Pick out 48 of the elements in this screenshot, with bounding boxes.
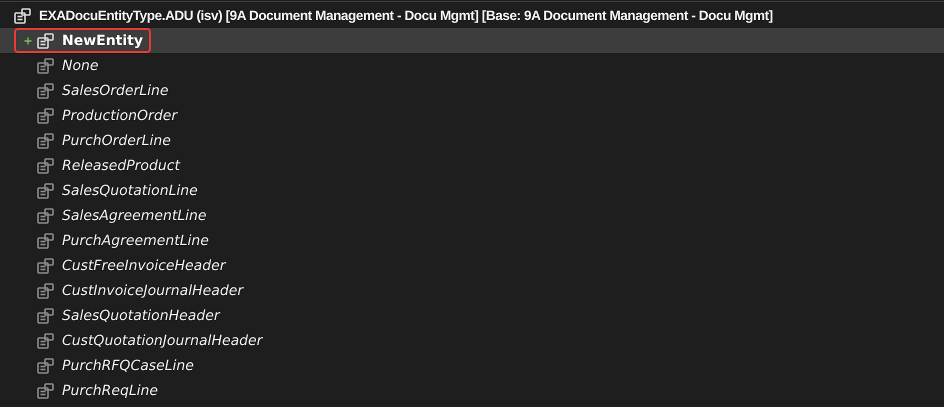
entity-icon — [37, 332, 55, 348]
tree-item[interactable]: CustFreeInvoiceHeader — [0, 253, 944, 278]
entity-icon — [37, 308, 55, 324]
entity-icon — [14, 8, 32, 24]
tree-item-label: SalesOrderLine — [62, 82, 168, 98]
tree-item[interactable]: SalesAgreementLine — [0, 203, 944, 228]
tree-item[interactable]: ReleasedProduct — [0, 153, 944, 178]
tree-item[interactable]: SalesOrderLine — [0, 78, 944, 103]
tree-item[interactable]: NewEntity — [0, 28, 944, 53]
entity-icon — [37, 282, 55, 298]
tree-item[interactable]: ProductionOrder — [0, 103, 944, 128]
tree-item[interactable]: CustInvoiceJournalHeader — [0, 278, 944, 303]
tree-item[interactable]: None — [0, 53, 944, 78]
entity-icon — [37, 58, 55, 74]
tree-item-label: CustQuotationJournalHeader — [62, 332, 262, 348]
entity-icon — [37, 108, 55, 124]
tree-item[interactable]: SalesQuotationHeader — [0, 303, 944, 328]
entity-icon — [37, 182, 55, 198]
entity-icon — [37, 258, 55, 274]
tree-item-label: CustInvoiceJournalHeader — [62, 282, 244, 298]
tree-root-label[interactable]: EXADocuEntityType.ADU (isv) [9A Document Management - Docu Mgmt] [Base: 9A Document Management - Docu Mgmt] — [39, 8, 773, 23]
entity-icon — [37, 32, 55, 48]
entity-icon — [37, 382, 55, 398]
tree-item[interactable]: PurchRFQCaseLine — [0, 353, 944, 378]
entity-icon — [37, 132, 55, 148]
tree-item-label: SalesAgreementLine — [62, 208, 206, 224]
tree-item[interactable]: PurchReqLine — [0, 378, 944, 403]
tree-item[interactable]: SalesQuotationLine — [0, 178, 944, 203]
tree-item-label: ReleasedProduct — [62, 158, 180, 174]
tree-item-label: PurchRFQCaseLine — [62, 358, 194, 374]
entity-icon — [37, 232, 55, 248]
tree-item-label: ProductionOrder — [62, 108, 178, 124]
tree-item[interactable]: CustQuotationJournalHeader — [0, 328, 944, 353]
tree-item-label: PurchReqLine — [62, 382, 158, 398]
tree-item[interactable]: PurchAgreementLine — [0, 228, 944, 253]
entity-icon — [37, 158, 55, 174]
entity-icon — [37, 358, 55, 374]
tree-item-label: SalesQuotationLine — [62, 182, 198, 198]
tree-item-label: NewEntity — [62, 32, 143, 48]
tree-item-label: CustFreeInvoiceHeader — [62, 258, 226, 274]
tree-item-label: SalesQuotationHeader — [62, 308, 220, 324]
tree-item-label: PurchOrderLine — [62, 132, 171, 148]
tree-item[interactable]: PurchOrderLine — [0, 128, 944, 153]
tree-item-label: None — [62, 58, 99, 74]
entity-icon — [37, 208, 55, 224]
plus-icon — [24, 36, 32, 44]
entity-icon — [37, 82, 55, 98]
tree-item-label: PurchAgreementLine — [62, 232, 209, 248]
